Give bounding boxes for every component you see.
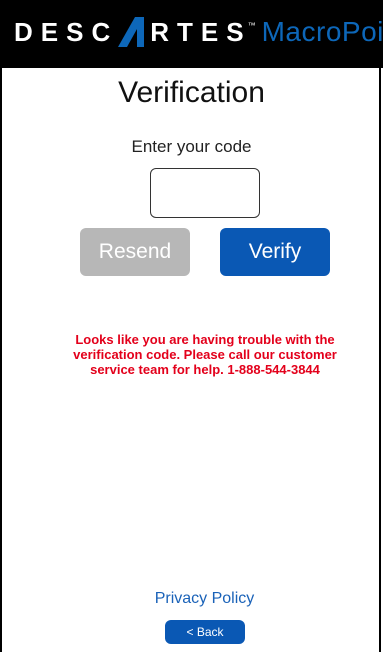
code-prompt-label: Enter your code — [131, 137, 252, 156]
brand-name-left: DESC — [14, 17, 119, 47]
brand-name-right: RTES — [150, 17, 252, 47]
privacy-policy-link[interactable]: Privacy Policy — [0, 590, 383, 608]
app-header: DESC RTES ™ MacroPoint — [0, 0, 383, 68]
verification-code-input[interactable] — [150, 168, 260, 218]
descartes-a-mark-icon — [118, 17, 145, 47]
resend-button[interactable]: Resend — [80, 228, 190, 276]
product-name: MacroPoint — [261, 16, 383, 47]
page-title: Verification — [118, 76, 265, 109]
trademark-symbol: ™ — [247, 21, 256, 30]
brand-logo: DESC RTES ™ MacroPoint — [14, 14, 383, 50]
back-button[interactable]: < Back — [165, 620, 245, 644]
verify-button[interactable]: Verify — [220, 228, 330, 276]
error-message: Looks like you are having trouble with t… — [73, 332, 337, 377]
